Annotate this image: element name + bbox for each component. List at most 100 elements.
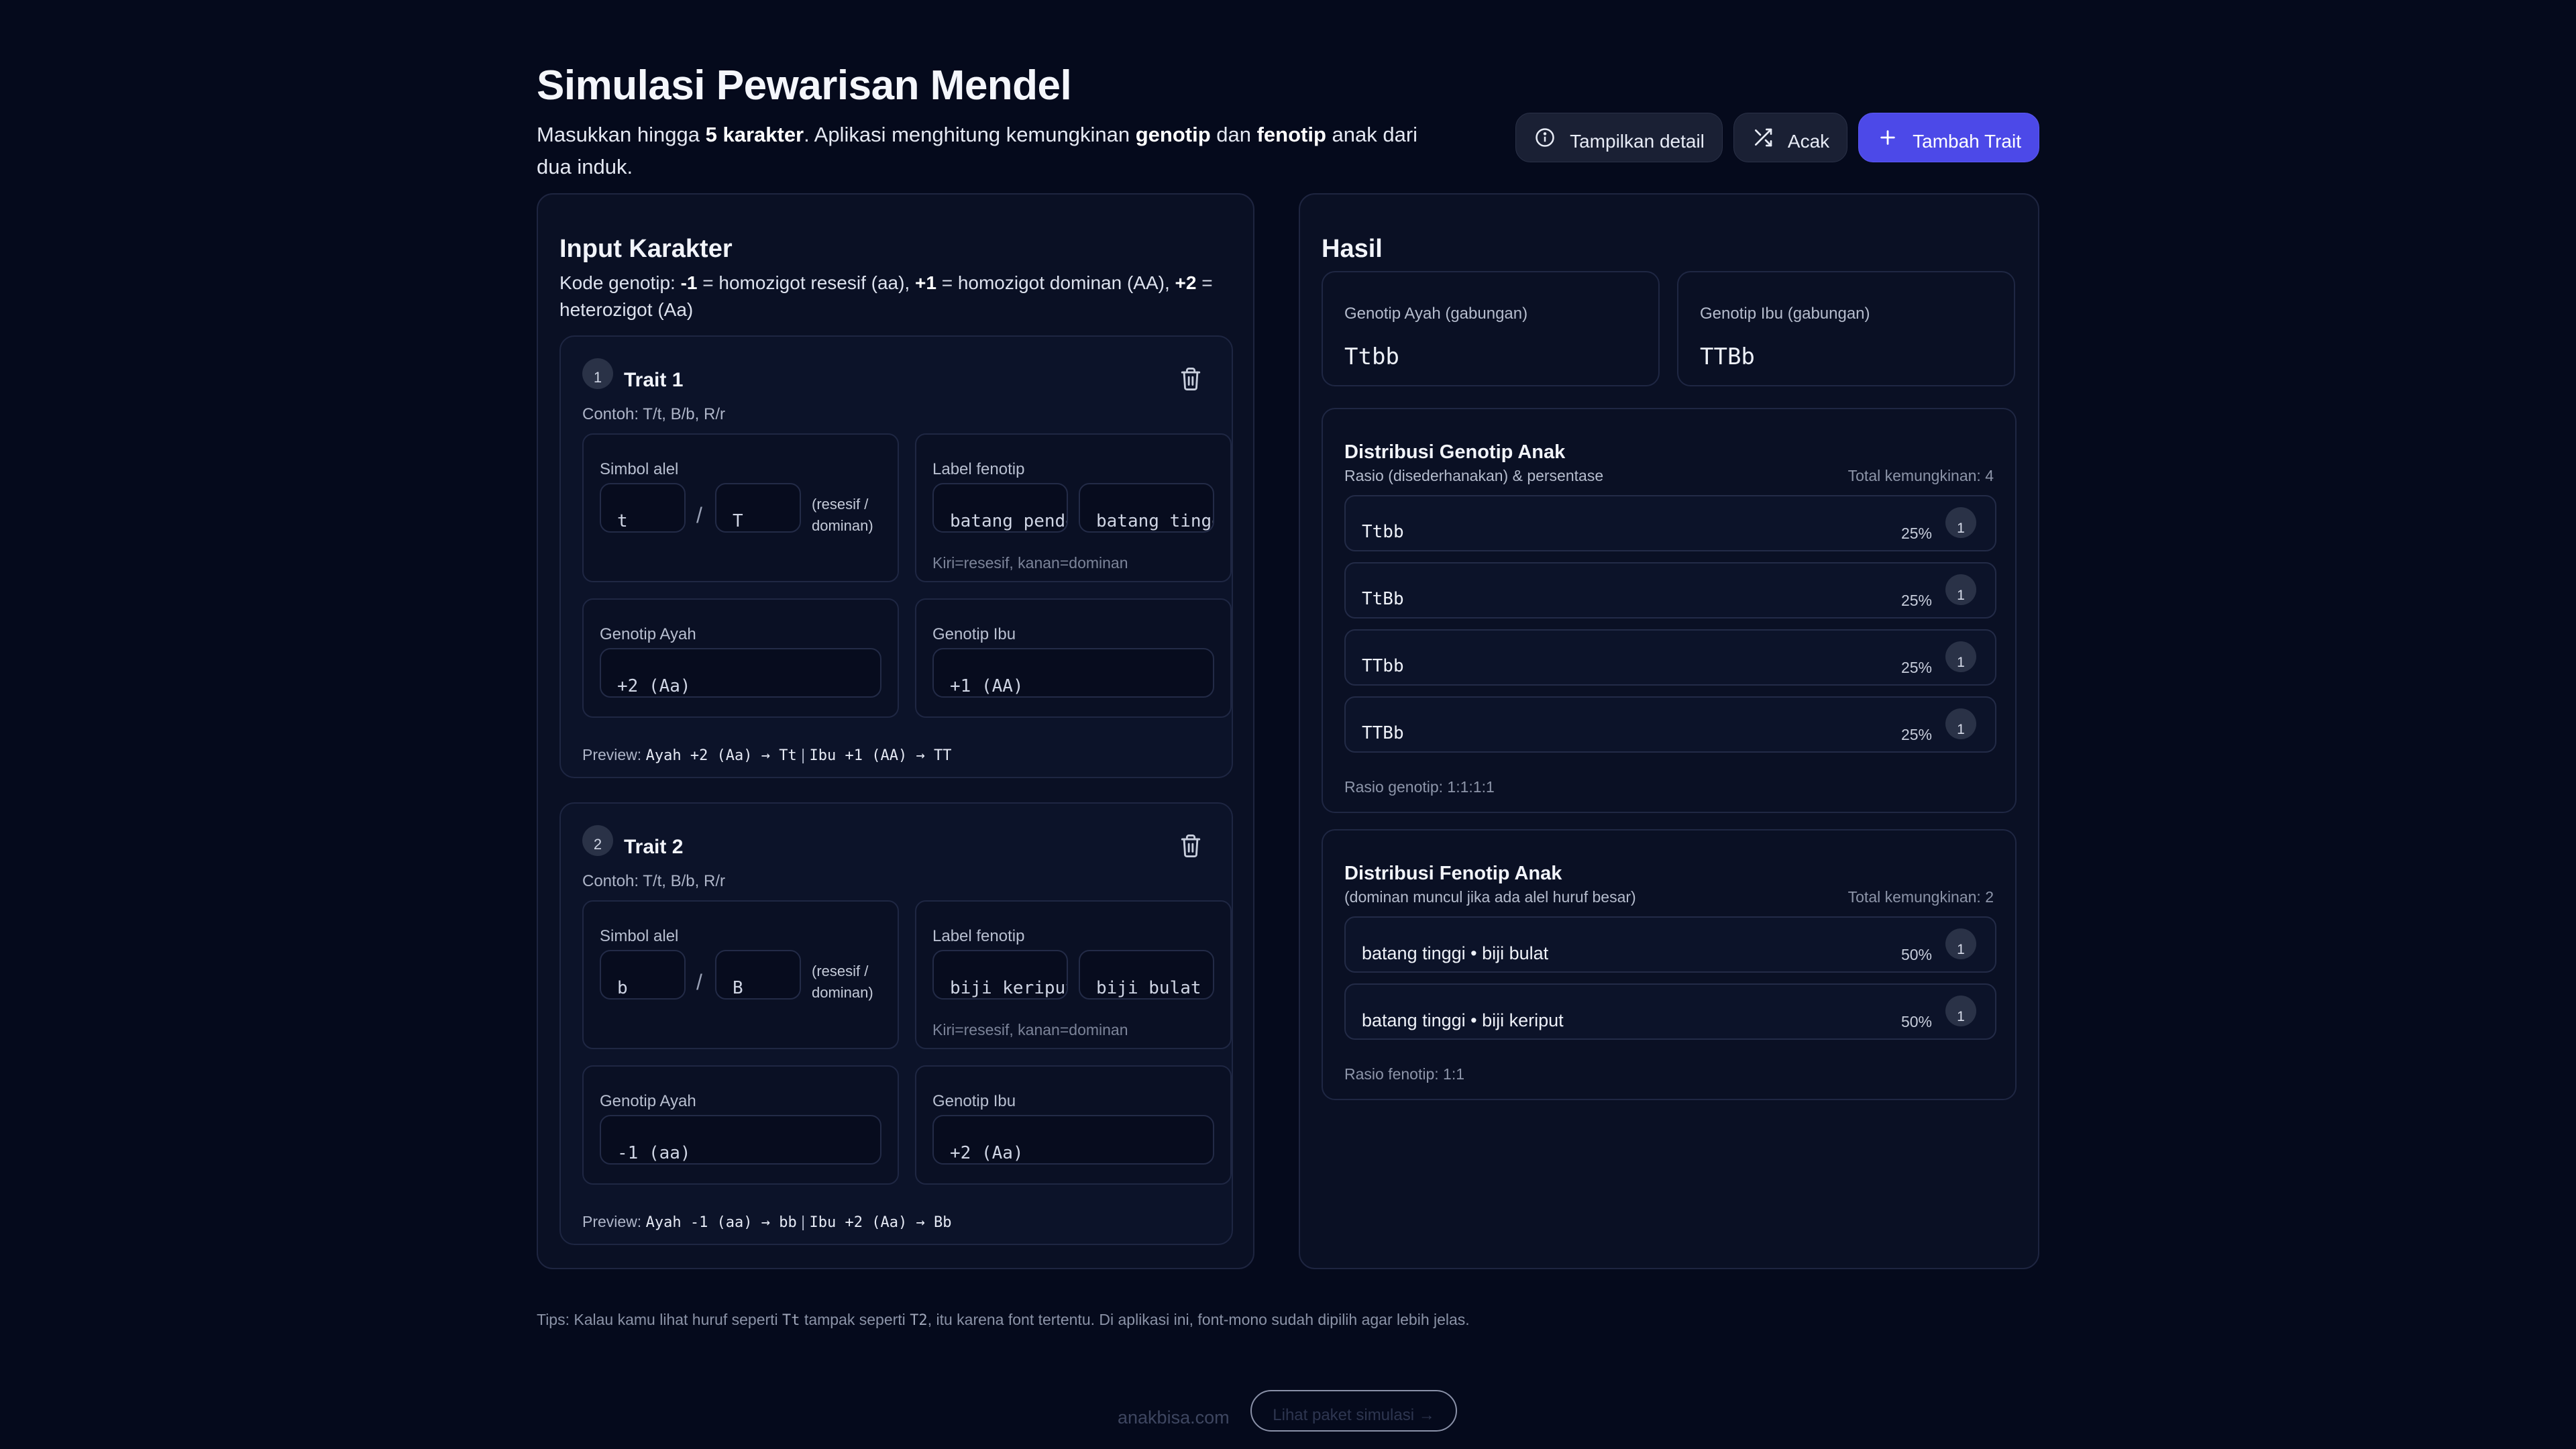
recessive-allele-input[interactable]: t — [600, 483, 686, 533]
phenotype-label-box: Label fenotip biji keriput biji bulat Ki… — [915, 900, 1232, 1049]
phenotype-hint: Kiri=resesif, kanan=dominan — [932, 554, 1128, 572]
brand-link[interactable]: anakbisa.com — [1118, 1407, 1230, 1428]
random-label: Acak — [1787, 131, 1830, 152]
phenotype-ratio: Rasio fenotip: 1:1 — [1344, 1065, 1465, 1083]
allele-symbol-label: Simbol alel — [600, 460, 679, 478]
result-panel-title: Hasil — [1322, 235, 1383, 263]
phenotype-row-percent: 50% — [1900, 1013, 1932, 1030]
phenotype-distribution: Distribusi Fenotip Anak (dominan muncul … — [1322, 829, 2017, 1100]
father-genotype-select[interactable]: -1 (aa) — [600, 1115, 881, 1165]
mother-genotype-box: Genotip Ibu +1 (AA) — [915, 598, 1232, 718]
trait-number-badge: 2 — [582, 825, 613, 856]
father-combined-value: Ttbb — [1344, 343, 1399, 370]
recessive-allele-input[interactable]: b — [600, 950, 686, 1000]
add-trait-label: Tambah Trait — [1913, 131, 2021, 152]
result-panel: Hasil Genotip Ayah (gabungan) Ttbb Genot… — [1299, 193, 2039, 1269]
dominant-phenotype-input[interactable]: batang tinggi — [1079, 483, 1214, 533]
allele-symbol-box: Simbol alel t / T (resesif / dominan) — [582, 433, 899, 582]
add-trait-button[interactable]: Tambah Trait — [1858, 113, 2039, 162]
header-actions: Tampilkan detail Acak Tambah Trait — [1515, 113, 2039, 162]
genotype-distribution: Distribusi Genotip Anak Rasio (disederha… — [1322, 408, 2017, 813]
father-combined-label: Genotip Ayah (gabungan) — [1344, 305, 1528, 323]
trait-card-1: 1 Trait 1 Contoh: T/t, B/b, R/r Simbol a… — [559, 335, 1233, 778]
mother-genotype-label: Genotip Ibu — [932, 625, 1016, 643]
genotype-distribution-subtitle: Rasio (disederhanakan) & persentase — [1344, 467, 1604, 484]
father-genotype-label: Genotip Ayah — [600, 625, 696, 643]
genotype-row-label: TtBb — [1362, 589, 1404, 609]
plus-icon — [1876, 126, 1899, 149]
allele-hint: (resesif / dominan) — [812, 496, 873, 534]
genotype-row-percent: 25% — [1900, 659, 1932, 676]
allele-symbol-box: Simbol alel b / B (resesif / dominan) — [582, 900, 899, 1049]
trait-name: Trait 2 — [624, 836, 684, 858]
view-simulation-package-button[interactable]: Lihat paket simulasi → — [1250, 1390, 1457, 1432]
mother-combined-label: Genotip Ibu (gabungan) — [1700, 305, 1870, 323]
mother-genotype-select[interactable]: +2 (Aa) — [932, 1115, 1214, 1165]
trait-example: Contoh: T/t, B/b, R/r — [582, 872, 725, 890]
genotype-row-label: TTbb — [1362, 656, 1404, 676]
genotype-row-percent: 25% — [1900, 592, 1932, 609]
trash-icon[interactable] — [1179, 833, 1202, 859]
random-button[interactable]: Acak — [1733, 113, 1848, 162]
show-detail-button[interactable]: Tampilkan detail — [1515, 113, 1723, 162]
father-genotype-box: Genotip Ayah -1 (aa) — [582, 1065, 899, 1185]
genotype-code-description: Kode genotip: -1 = homozigot resesif (aa… — [559, 272, 1213, 320]
trait-preview: Preview: Ayah +2 (Aa) → Tt | Ibu +1 (AA)… — [582, 746, 952, 764]
phenotype-distribution-title: Distribusi Fenotip Anak — [1344, 863, 1562, 884]
phenotype-row: batang tinggi • biji keriput 50% 1 — [1344, 983, 1996, 1040]
genotype-ratio: Rasio genotip: 1:1:1:1 — [1344, 778, 1495, 796]
genotype-total: Total kemungkinan: 4 — [1847, 467, 1994, 484]
trait-card-2: 2 Trait 2 Contoh: T/t, B/b, R/r Simbol a… — [559, 802, 1233, 1245]
phenotype-row-label: batang tinggi • biji bulat — [1362, 943, 1549, 963]
genotype-row: Ttbb 25% 1 — [1344, 495, 1996, 551]
genotype-row-percent: 25% — [1900, 726, 1932, 743]
page-title: Simulasi Pewarisan Mendel — [537, 62, 1072, 109]
input-panel-title: Input Karakter — [559, 235, 733, 263]
mother-genotype-box: Genotip Ibu +2 (Aa) — [915, 1065, 1232, 1185]
mother-combined-card: Genotip Ibu (gabungan) TTBb — [1677, 271, 2015, 386]
mother-combined-value: TTBb — [1700, 343, 1755, 370]
phenotype-total: Total kemungkinan: 2 — [1847, 888, 1994, 906]
shuffle-icon — [1752, 126, 1774, 149]
trash-icon[interactable] — [1179, 366, 1202, 392]
genotype-row-label: TTBb — [1362, 723, 1404, 743]
allele-hint: (resesif / dominan) — [812, 963, 873, 1001]
phenotype-row-label: batang tinggi • biji keriput — [1362, 1010, 1564, 1030]
info-icon — [1534, 126, 1556, 149]
phenotype-distribution-subtitle: (dominan muncul jika ada alel huruf besa… — [1344, 888, 1636, 906]
genotype-row-count: 1 — [1945, 574, 1976, 605]
dominant-phenotype-input[interactable]: biji bulat — [1079, 950, 1214, 1000]
genotype-row-count: 1 — [1945, 641, 1976, 672]
allele-symbol-label: Simbol alel — [600, 927, 679, 945]
phenotype-row: batang tinggi • biji bulat 50% 1 — [1344, 916, 1996, 973]
input-panel: Input Karakter Kode genotip: -1 = homozi… — [537, 193, 1254, 1269]
phenotype-label-box: Label fenotip batang pendek batang tingg… — [915, 433, 1232, 582]
phenotype-hint: Kiri=resesif, kanan=dominan — [932, 1021, 1128, 1038]
show-detail-label: Tampilkan detail — [1570, 131, 1705, 152]
phenotype-row-percent: 50% — [1900, 946, 1932, 963]
dominant-allele-input[interactable]: B — [715, 950, 801, 1000]
recessive-phenotype-input[interactable]: batang pendek — [932, 483, 1068, 533]
genotype-row: TTBb 25% 1 — [1344, 696, 1996, 753]
genotype-distribution-title: Distribusi Genotip Anak — [1344, 441, 1566, 463]
father-combined-card: Genotip Ayah (gabungan) Ttbb — [1322, 271, 1660, 386]
trait-number-badge: 1 — [582, 358, 613, 389]
recessive-phenotype-input[interactable]: biji keriput — [932, 950, 1068, 1000]
mother-genotype-label: Genotip Ibu — [932, 1092, 1016, 1110]
genotype-row-count: 1 — [1945, 708, 1976, 739]
phenotype-row-count: 1 — [1945, 928, 1976, 959]
dominant-allele-input[interactable]: T — [715, 483, 801, 533]
mother-genotype-select[interactable]: +1 (AA) — [932, 648, 1214, 698]
genotype-row-percent: 25% — [1900, 525, 1932, 542]
trait-name: Trait 1 — [624, 369, 684, 391]
allele-separator: / — [696, 970, 702, 994]
father-genotype-box: Genotip Ayah +2 (Aa) — [582, 598, 899, 718]
father-genotype-select[interactable]: +2 (Aa) — [600, 648, 881, 698]
phenotype-label-title: Label fenotip — [932, 460, 1025, 478]
trait-preview: Preview: Ayah -1 (aa) → bb | Ibu +2 (Aa)… — [582, 1213, 952, 1231]
trait-example: Contoh: T/t, B/b, R/r — [582, 405, 725, 423]
page-subtitle: Masukkan hingga 5 karakter. Aplikasi men… — [537, 123, 1418, 178]
genotype-row-label: Ttbb — [1362, 522, 1404, 542]
father-genotype-label: Genotip Ayah — [600, 1092, 696, 1110]
phenotype-row-count: 1 — [1945, 996, 1976, 1026]
